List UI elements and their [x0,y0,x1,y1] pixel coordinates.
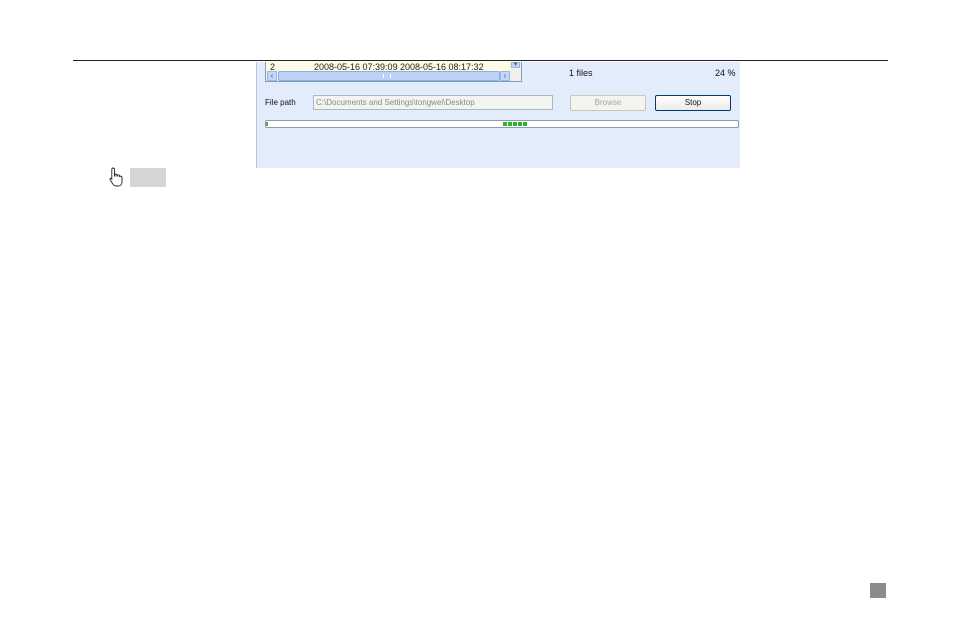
file-count: 1 files [569,68,593,78]
stop-button[interactable]: Stop [655,95,731,111]
browse-button[interactable]: Browse [570,95,646,111]
hand-pointer-icon [109,167,123,187]
horizontal-scroll-thumb[interactable] [278,71,500,81]
file-path-label: File path [265,98,296,107]
scroll-right-icon[interactable]: › [500,71,510,81]
progress-segment [503,122,507,126]
scroll-left-icon[interactable]: ‹ [267,71,277,81]
progress-fill [266,122,268,126]
horizontal-scrollbar[interactable]: ‹ › [266,71,511,81]
progress-segment [518,122,522,126]
file-path-field[interactable]: C:\Documents and Settings\tongwei\Deskto… [313,95,553,110]
page-header-rule [73,60,888,61]
scroll-down-icon[interactable]: ▼ [511,62,520,68]
grey-label-box [130,168,166,187]
progress-bar [265,120,739,128]
page-marker [870,583,886,598]
progress-segment [508,122,512,126]
vertical-scrollbar[interactable]: ▼ [510,62,521,81]
file-list: 2 2008-05-16 07:39:09 2008-05-16 08:17:3… [265,62,522,82]
progress-percent: 24 % [715,68,736,78]
progress-segment [523,122,527,126]
grip-icon [383,74,391,78]
progress-segment [513,122,517,126]
